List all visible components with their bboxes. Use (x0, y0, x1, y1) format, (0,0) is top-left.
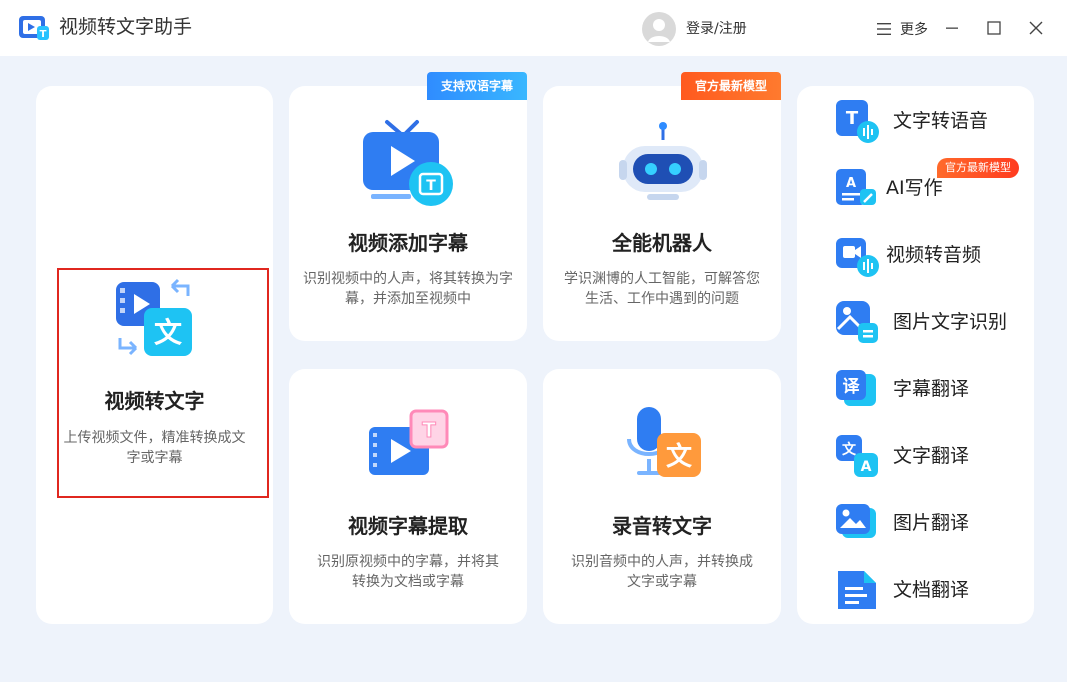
image-translation-icon (836, 504, 876, 538)
audio-to-text-card[interactable]: 文 录音转文字 识别音频中的人声，并转换成 文字或字幕 (543, 369, 781, 624)
subtitle-translation-icon: 译 (836, 370, 876, 406)
user-avatar-icon[interactable] (642, 12, 676, 46)
side-item-subtitle-translation[interactable]: 译 字幕翻译 (834, 364, 1034, 414)
side-item-label: 文字翻译 (893, 445, 970, 467)
video-subtitle-extract-title: 视频字幕提取 (348, 514, 468, 538)
tv-subtitle-icon: T (363, 120, 453, 206)
more-label: 更多 (900, 22, 928, 38)
maximize-icon[interactable] (980, 14, 1008, 42)
audio-to-text-desc-line1: 识别音频中的人声，并转换成 (571, 554, 753, 570)
video-add-subtitles-desc-line1: 识别视频中的人声，将其转换为字 (303, 271, 513, 287)
audio-to-text-title: 录音转文字 (612, 514, 712, 538)
svg-text:A: A (846, 176, 856, 191)
svg-text:T: T (846, 108, 859, 129)
side-item-label: 视频转音频 (886, 244, 982, 266)
title-bar: T 视频转文字助手 登录/注册 更多 (0, 0, 1067, 56)
video-subtitle-extract-card[interactable]: T 视频字幕提取 识别原视频中的字幕，并将其 转换为文档或字幕 (289, 369, 527, 624)
side-item-document-translation[interactable]: 文档翻译 (834, 565, 1034, 615)
side-item-label: 图片翻译 (893, 512, 970, 534)
svg-text:文: 文 (666, 441, 693, 472)
video-to-audio-icon (836, 238, 879, 277)
more-menu-button[interactable]: 更多 (876, 18, 928, 40)
login-register-link[interactable]: 登录/注册 (686, 20, 747, 38)
svg-text:T: T (40, 29, 47, 40)
svg-text:A: A (861, 459, 872, 475)
all-round-robot-card[interactable]: 全能机器人 学识渊博的人工智能，可解答您 生活、工作中遇到的问题 (543, 86, 781, 341)
side-item-label: 图片文字识别 (893, 311, 1008, 333)
ai-writing-icon: A (836, 169, 876, 205)
app-logo-icon: T (19, 16, 49, 40)
microphone-text-icon: 文 (627, 407, 701, 477)
image-ocr-icon (836, 301, 878, 343)
svg-text:译: 译 (843, 377, 861, 397)
text-to-speech-icon: T (836, 100, 879, 143)
robot-icon (619, 122, 707, 200)
all-round-robot-title: 全能机器人 (612, 231, 712, 255)
bilingual-subtitles-badge: 支持双语字幕 (427, 72, 527, 100)
side-item-video-to-audio[interactable]: 视频转音频 (834, 230, 1034, 280)
svg-text:文: 文 (842, 441, 857, 458)
app-title: 视频转文字助手 (59, 16, 193, 38)
side-item-label: 字幕翻译 (893, 378, 970, 400)
video-add-subtitles-title: 视频添加字幕 (348, 231, 468, 255)
text-translation-icon: 文 A (836, 435, 878, 477)
video-subtitle-extract-desc-line1: 识别原视频中的字幕，并将其 (317, 554, 499, 570)
document-translation-icon (838, 571, 876, 609)
minimize-icon[interactable] (938, 14, 966, 42)
svg-text:T: T (422, 418, 436, 442)
side-item-label: AI写作 (886, 177, 943, 199)
side-item-image-ocr[interactable]: 图片文字识别 (834, 297, 1034, 347)
side-item-label: 文字转语音 (893, 110, 989, 132)
side-item-image-translation[interactable]: 图片翻译 (834, 498, 1034, 548)
close-icon[interactable] (1022, 14, 1050, 42)
hamburger-menu-icon (877, 23, 891, 35)
side-item-text-translation[interactable]: 文 A 文字翻译 (834, 431, 1034, 481)
audio-to-text-desc-line2: 文字或字幕 (627, 574, 697, 590)
subtitle-extract-icon: T (369, 409, 449, 475)
svg-text:T: T (426, 178, 436, 194)
video-subtitle-extract-desc-line2: 转换为文档或字幕 (352, 574, 464, 590)
side-item-label: 文档翻译 (893, 579, 970, 601)
side-item-text-to-speech[interactable]: T 文字转语音 (834, 96, 1034, 146)
official-latest-model-badge: 官方最新模型 (937, 158, 1019, 178)
video-add-subtitles-desc-line2: 幕，并添加至视频中 (345, 291, 471, 307)
all-round-robot-desc-line2: 生活、工作中遇到的问题 (585, 291, 739, 307)
selection-highlight (57, 268, 269, 498)
all-round-robot-desc-line1: 学识渊博的人工智能，可解答您 (564, 271, 760, 287)
official-latest-model-badge: 官方最新模型 (681, 72, 781, 100)
video-add-subtitles-card[interactable]: T 视频添加字幕 识别视频中的人声，将其转换为字 幕，并添加至视频中 (289, 86, 527, 341)
